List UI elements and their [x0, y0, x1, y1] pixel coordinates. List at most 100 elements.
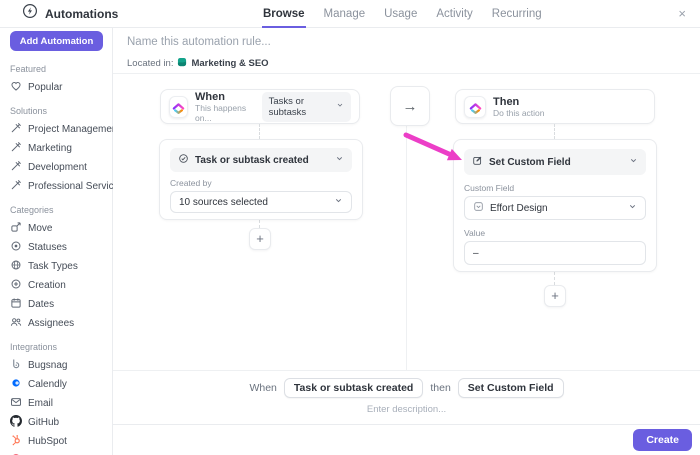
connector-line	[259, 220, 260, 228]
page-title: Automations	[45, 7, 118, 21]
sources-dropdown[interactable]: 10 sources selected	[170, 191, 352, 213]
sidebar-item-marketing[interactable]: Marketing	[10, 142, 102, 154]
tab-bar: Browse Manage Usage Activity Recurring	[262, 0, 543, 28]
add-trigger-button[interactable]: +	[249, 228, 271, 250]
automation-name-input[interactable]	[127, 36, 527, 48]
heart-icon	[10, 80, 22, 95]
sidebar-item-move[interactable]: Move	[10, 222, 102, 234]
sidebar-item-project-management[interactable]: Project Management	[10, 123, 102, 135]
value-label: Value	[464, 228, 646, 238]
scope-dropdown[interactable]: Tasks or subtasks	[262, 92, 351, 122]
chevron-down-icon	[335, 154, 344, 166]
statuses-icon	[10, 240, 22, 255]
add-action-button[interactable]: +	[544, 285, 566, 307]
sidebar-item-calendly[interactable]: Calendly	[10, 378, 102, 390]
clickup-logo-icon	[169, 96, 188, 118]
section-label-integrations: Integrations	[10, 342, 102, 352]
chevron-down-icon	[629, 156, 638, 168]
sidebar-item-development[interactable]: Development	[10, 161, 102, 173]
when-subtitle: This happens on...	[195, 103, 255, 123]
tools-icon	[10, 179, 22, 194]
chevron-down-icon	[336, 101, 344, 112]
sidebar-item-bugsnag[interactable]: Bugsnag	[10, 359, 102, 371]
sidebar-item-hubspot[interactable]: HubSpot	[10, 435, 102, 447]
action-card: Set Custom Field Custom Field Effort Des…	[453, 139, 657, 272]
summary-trigger-pill[interactable]: Task or subtask created	[284, 378, 423, 398]
automation-bolt-icon	[22, 3, 38, 24]
modal-title-group: Automations	[0, 3, 262, 24]
sidebar-item-github[interactable]: GitHub	[10, 416, 102, 428]
annotation-arrow	[403, 129, 469, 167]
located-in-row[interactable]: Located in: Marketing & SEO	[127, 57, 269, 70]
creation-icon	[10, 278, 22, 293]
section-label-solutions: Solutions	[10, 106, 102, 116]
email-icon	[10, 396, 22, 411]
automations-modal: Automations Browse Manage Usage Activity…	[0, 0, 700, 455]
check-circle-icon	[178, 153, 189, 167]
sidebar: Add Automation Featured Popular Solution…	[0, 28, 113, 455]
tools-icon	[10, 122, 22, 137]
tab-manage[interactable]: Manage	[323, 1, 367, 28]
location-space-icon	[177, 57, 187, 70]
sidebar-item-statuses[interactable]: Statuses	[10, 241, 102, 253]
description-input[interactable]: Enter description...	[113, 404, 700, 415]
then-subtitle: Do this action	[493, 108, 545, 118]
sidebar-item-email[interactable]: Email	[10, 397, 102, 409]
then-header-card: Then Do this action	[455, 89, 655, 124]
summary-divider	[113, 370, 700, 371]
calendly-icon	[10, 377, 22, 392]
when-header-text: When This happens on...	[195, 91, 255, 123]
main-panel: Located in: Marketing & SEO When This ha…	[113, 28, 700, 455]
sidebar-item-assignees[interactable]: Assignees	[10, 317, 102, 329]
flow-arrow-box: →	[390, 86, 430, 126]
then-title: Then	[493, 96, 545, 108]
connector-line	[554, 124, 555, 139]
tools-icon	[10, 141, 22, 156]
custom-field-dropdown[interactable]: Effort Design	[464, 196, 646, 220]
task-types-icon	[10, 259, 22, 274]
when-title: When	[195, 91, 255, 103]
action-dropdown[interactable]: Set Custom Field	[464, 149, 646, 175]
tab-browse[interactable]: Browse	[262, 1, 306, 28]
topbar: Automations Browse Manage Usage Activity…	[0, 0, 700, 28]
tab-usage[interactable]: Usage	[383, 1, 418, 28]
when-header-card: When This happens on... Tasks or subtask…	[160, 89, 360, 124]
builder-canvas: When This happens on... Tasks or subtask…	[113, 73, 700, 370]
located-in-label: Located in:	[127, 58, 173, 69]
value-input[interactable]: –	[464, 241, 646, 265]
section-label-categories: Categories	[10, 205, 102, 215]
summary-when-label: When	[249, 382, 276, 394]
close-icon[interactable]: ×	[678, 6, 686, 21]
add-automation-button[interactable]: Add Automation	[10, 31, 103, 51]
sidebar-item-creation[interactable]: Creation	[10, 279, 102, 291]
hubspot-icon	[10, 434, 22, 449]
clickup-logo-icon	[464, 96, 486, 118]
bugsnag-icon	[10, 358, 22, 373]
sidebar-item-popular[interactable]: Popular	[10, 81, 102, 93]
location-name: Marketing & SEO	[191, 58, 268, 69]
created-by-label: Created by	[170, 178, 352, 188]
sidebar-item-dates[interactable]: Dates	[10, 298, 102, 310]
create-button[interactable]: Create	[633, 429, 692, 451]
assignees-icon	[10, 316, 22, 331]
dropdown-field-icon	[473, 201, 484, 215]
summary-then-label: then	[430, 382, 450, 394]
chevron-down-icon	[628, 202, 637, 214]
tools-icon	[10, 160, 22, 175]
trigger-dropdown[interactable]: Task or subtask created	[170, 148, 352, 172]
right-arrow-icon: →	[403, 98, 418, 115]
tab-recurring[interactable]: Recurring	[491, 1, 543, 28]
sidebar-item-professional-services[interactable]: Professional Services	[10, 180, 102, 192]
move-icon	[10, 221, 22, 236]
trigger-card: Task or subtask created Created by 10 so…	[159, 139, 363, 220]
edit-field-icon	[472, 155, 483, 169]
connector-line	[259, 124, 260, 139]
section-label-featured: Featured	[10, 64, 102, 74]
sidebar-item-task-types[interactable]: Task Types	[10, 260, 102, 272]
then-header-text: Then Do this action	[493, 96, 545, 118]
tab-activity[interactable]: Activity	[435, 1, 473, 28]
calendar-icon	[10, 297, 22, 312]
summary-action-pill[interactable]: Set Custom Field	[458, 378, 564, 398]
connector-line	[554, 272, 555, 285]
github-icon	[10, 415, 22, 430]
